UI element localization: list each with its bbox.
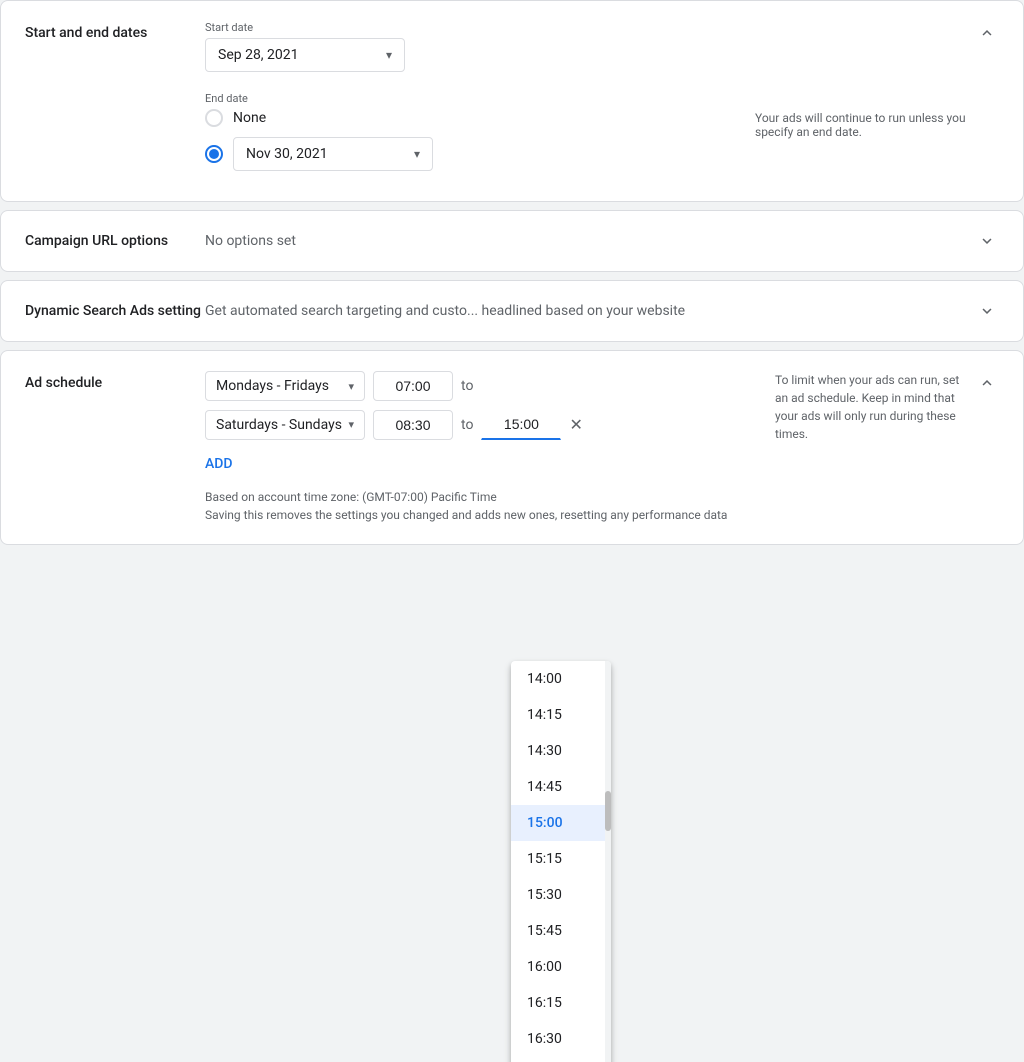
start-date-value: Sep 28, 2021 [218,47,299,63]
ad-schedule-card: Ad schedule Mondays - Fridays ▾ to Satur… [0,350,1024,545]
schedule-note-line1: Based on account time zone: (GMT-07:00) … [205,488,775,506]
campaign-url-section[interactable]: Campaign URL options No options set [1,211,1023,271]
dates-helper-text: Your ads will continue to run unless you… [755,21,975,139]
start-date-arrow-icon: ▾ [386,48,392,62]
end-date-section: End date None Nov 30, 2021 ▾ [205,92,755,171]
add-schedule-link[interactable]: ADD [205,456,233,472]
day-select-2-value: Saturdays - Sundays [216,417,342,433]
end-date-value: Nov 30, 2021 [246,146,328,162]
dropdown-item-1530[interactable]: 15:30 [511,877,611,913]
end-date-arrow-icon: ▾ [414,147,420,161]
end-date-dropdown[interactable]: Nov 30, 2021 ▾ [233,137,433,171]
time-dropdown: 14:0014:1514:3014:4515:0015:1515:3015:45… [511,661,611,1062]
campaign-url-value: No options set [205,233,975,249]
dropdown-item-1515[interactable]: 15:15 [511,841,611,877]
dynamic-search-value: Get automated search targeting and custo… [205,303,975,319]
campaign-url-label: Campaign URL options [25,233,205,249]
schedule-row-2: Saturdays - Sundays ▾ to ✕ [205,409,775,440]
dates-section-label: Start and end dates [25,21,205,41]
dropdown-item-1645[interactable]: 16:45 [511,1057,611,1062]
end-date-radio-option[interactable]: Nov 30, 2021 ▾ [205,137,755,171]
dropdown-item-1400[interactable]: 14:00 [511,661,611,697]
dropdown-item-1630[interactable]: 16:30 [511,1021,611,1057]
dropdown-item-1445[interactable]: 14:45 [511,769,611,805]
dropdown-items-container: 14:0014:1514:3014:4515:0015:1515:3015:45… [511,661,611,1062]
page-wrapper: Start and end dates Start date Sep 28, 2… [0,0,1024,545]
schedule-note-line2: Saving this removes the settings you cha… [205,506,775,524]
dates-section: Start and end dates Start date Sep 28, 2… [1,1,1023,201]
day-select-1-value: Mondays - Fridays [216,378,329,394]
end-time-2[interactable] [481,409,561,440]
dates-content: Start date Sep 28, 2021 ▾ End date None … [205,21,755,181]
dynamic-search-card: Dynamic Search Ads setting Get automated… [0,280,1024,342]
schedule-section: Ad schedule Mondays - Fridays ▾ to Satur… [1,351,1023,544]
none-label: None [233,110,266,126]
day-select-2[interactable]: Saturdays - Sundays ▾ [205,410,365,440]
campaign-url-expand-icon[interactable] [975,229,999,253]
dynamic-search-label: Dynamic Search Ads setting [25,303,205,319]
dynamic-search-section[interactable]: Dynamic Search Ads setting Get automated… [1,281,1023,341]
day-select-1-arrow-icon: ▾ [348,380,354,393]
none-radio-circle [205,109,223,127]
dates-card: Start and end dates Start date Sep 28, 2… [0,0,1024,202]
dropdown-item-1600[interactable]: 16:00 [511,949,611,985]
dropdown-item-1500[interactable]: 15:00 [511,805,611,841]
to-label-1: to [461,378,473,394]
dropdown-item-1545[interactable]: 15:45 [511,913,611,949]
day-select-2-arrow-icon: ▾ [348,418,354,431]
schedule-collapse-icon[interactable] [975,371,999,395]
start-date-dropdown[interactable]: Sep 28, 2021 ▾ [205,38,405,72]
schedule-label: Ad schedule [25,371,205,391]
scrollbar-track [605,661,611,1062]
dropdown-item-1615[interactable]: 16:15 [511,985,611,1021]
to-label-2: to [461,417,473,433]
end-date-label: End date [205,92,755,105]
dynamic-search-expand-icon[interactable] [975,299,999,323]
dates-collapse-icon[interactable] [975,21,999,45]
schedule-row-1: Mondays - Fridays ▾ to [205,371,775,401]
start-time-1[interactable] [373,371,453,401]
campaign-url-card: Campaign URL options No options set [0,210,1024,272]
start-time-2[interactable] [373,410,453,440]
scrollbar-thumb[interactable] [605,791,611,831]
clear-icon-2[interactable]: ✕ [569,415,582,434]
end-date-radio-circle [205,145,223,163]
start-date-label: Start date [205,21,755,34]
schedule-content: Mondays - Fridays ▾ to Saturdays - Sunda… [205,371,775,524]
schedule-helper-text: To limit when your ads can run, set an a… [775,371,975,443]
schedule-note: Based on account time zone: (GMT-07:00) … [205,488,775,524]
dropdown-item-1415[interactable]: 14:15 [511,697,611,733]
day-select-1[interactable]: Mondays - Fridays ▾ [205,371,365,401]
none-radio-option[interactable]: None [205,109,755,127]
dropdown-item-1430[interactable]: 14:30 [511,733,611,769]
